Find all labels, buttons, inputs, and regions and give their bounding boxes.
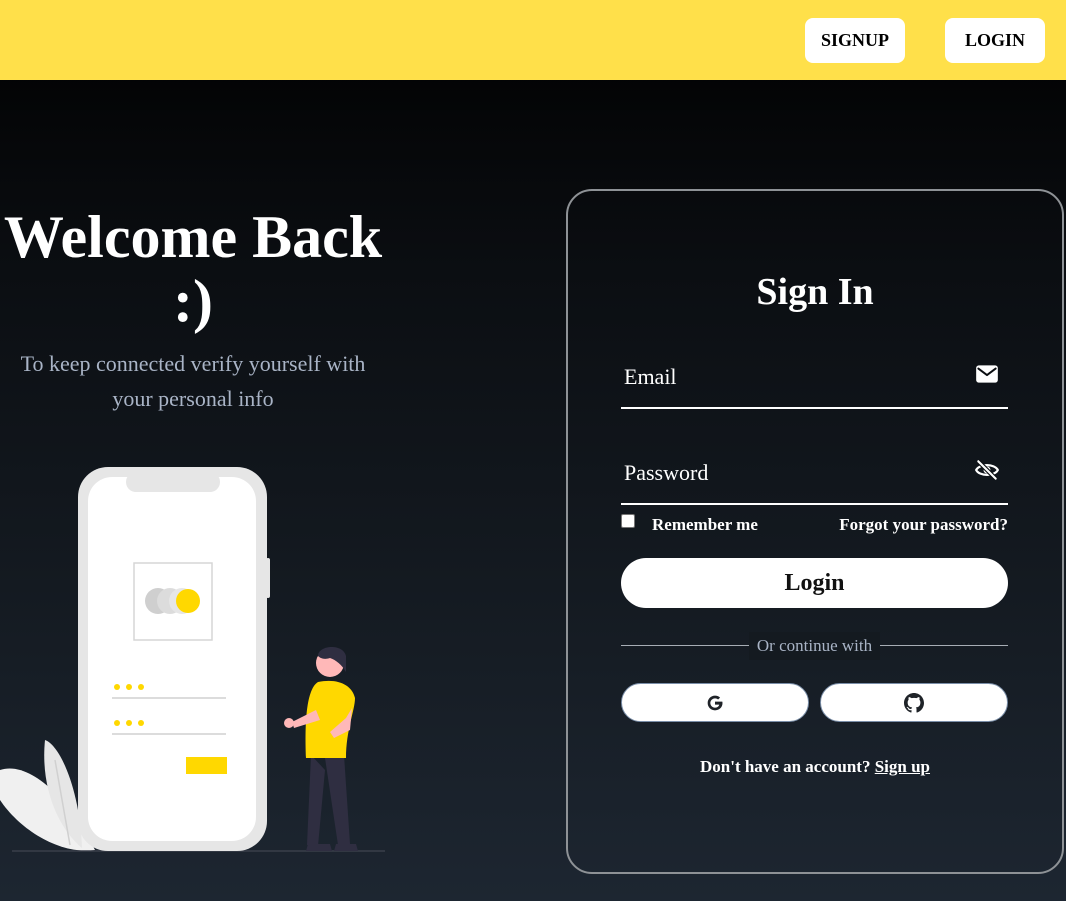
google-icon	[707, 695, 723, 710]
remember-me-label[interactable]: Remember me	[652, 515, 758, 535]
divider-text: Or continue with	[749, 632, 880, 660]
forgot-password-link[interactable]: Forgot your password?	[839, 515, 1008, 535]
email-input[interactable]	[621, 347, 961, 407]
signup-prompt: Don't have an account? Sign up	[566, 757, 1064, 777]
phone-login-illustration	[0, 467, 385, 852]
login-submit-button[interactable]: Login	[621, 558, 1008, 608]
welcome-title: Welcome Back :)	[3, 204, 383, 334]
signup-link[interactable]: Sign up	[875, 757, 930, 776]
signin-title: Sign In	[756, 271, 874, 313]
top-navbar: SIGNUP LOGIN	[0, 0, 1066, 80]
phone-illustration	[78, 467, 270, 851]
divider-line-left	[621, 645, 749, 646]
divider-line-right	[880, 645, 1008, 646]
eye-slash-icon[interactable]	[974, 457, 1000, 483]
google-login-button[interactable]	[621, 683, 809, 722]
password-input[interactable]	[621, 443, 961, 503]
no-account-text: Don't have an account?	[699, 757, 871, 776]
password-field-wrapper	[621, 443, 1008, 505]
signup-nav-button[interactable]: SIGNUP	[805, 18, 905, 63]
person-illustration	[284, 646, 358, 851]
login-nav-button[interactable]: LOGIN	[945, 18, 1045, 63]
github-icon	[904, 692, 924, 713]
envelope-icon	[976, 365, 998, 383]
remember-me-checkbox-wrap	[621, 514, 635, 528]
remember-me-checkbox[interactable]	[621, 514, 635, 528]
github-login-button[interactable]	[820, 683, 1008, 722]
email-field-wrapper	[621, 347, 1008, 409]
welcome-subtitle: To keep connected verify yourself with y…	[20, 351, 366, 411]
